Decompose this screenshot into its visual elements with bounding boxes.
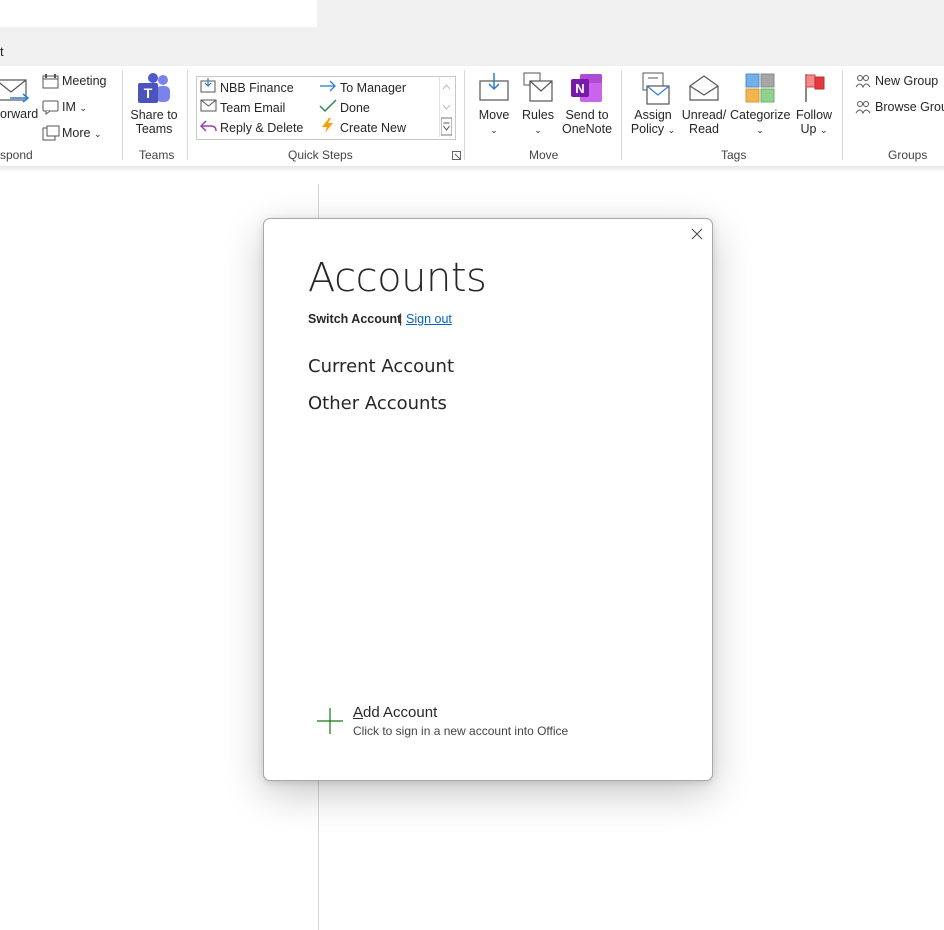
group-label-move: Move	[529, 148, 559, 162]
other-accounts-heading: Other Accounts	[308, 393, 447, 414]
more-button[interactable]: More ⌄	[62, 126, 102, 140]
meeting-button[interactable]: Meeting	[62, 74, 106, 88]
unread-read-icon	[689, 75, 719, 101]
chevron-down-icon: ⌄	[79, 103, 87, 113]
quick-step-nbb-finance[interactable]: NBB Finance	[220, 81, 294, 95]
chevron-down-icon: ⌄	[819, 125, 828, 135]
add-account-title: Add Account	[353, 704, 438, 721]
quick-steps-scroll-controls[interactable]	[441, 80, 452, 136]
flag-icon	[805, 74, 825, 102]
svg-text:N: N	[575, 81, 584, 96]
meeting-icon	[42, 74, 59, 89]
new-group-icon	[855, 75, 871, 88]
plus-icon	[317, 708, 343, 734]
chevron-down-icon: ⌄	[490, 125, 498, 135]
browse-groups-button[interactable]: Browse Group	[875, 100, 944, 114]
add-account-subtitle: Click to sign in a new account into Offi…	[353, 724, 569, 738]
rules-icon	[523, 72, 553, 102]
add-account-button[interactable]: Add Account Click to sign in a new accou…	[316, 703, 586, 743]
categorize-button[interactable]: Categorize ⌄	[730, 108, 790, 136]
categorize-icon	[745, 73, 775, 103]
ribbon-tab-row	[0, 38, 944, 66]
new-group-button[interactable]: New Group	[875, 74, 938, 88]
move-to-folder-icon	[200, 78, 216, 93]
group-label-quick-steps: Quick Steps	[288, 148, 353, 162]
unread-read-button[interactable]: Unread/ Read	[678, 108, 730, 136]
checkmark-icon	[319, 99, 337, 112]
chevron-down-icon: ⌄	[93, 129, 102, 139]
quick-step-done[interactable]: Done	[340, 101, 370, 115]
mail-icon	[200, 99, 217, 112]
move-button[interactable]: Move ⌄	[474, 108, 514, 136]
group-label-groups: Groups	[888, 148, 928, 162]
follow-up-button[interactable]: Follow Up ⌄	[792, 108, 836, 136]
search-box[interactable]	[0, 0, 317, 27]
share-to-teams-button[interactable]: Share to Teams	[128, 108, 180, 136]
dialog-launcher-icon[interactable]	[452, 151, 461, 160]
quick-step-to-manager[interactable]: To Manager	[340, 81, 406, 95]
group-label-respond: spond	[0, 148, 33, 162]
send-to-onenote-button[interactable]: Send to OneNote	[560, 108, 614, 136]
rules-button[interactable]: Rules ⌄	[518, 108, 558, 136]
teams-icon: T	[138, 73, 170, 103]
assign-policy-button[interactable]: Assign Policy ⌄	[628, 108, 678, 136]
assign-policy-icon	[642, 72, 670, 105]
sign-out-link[interactable]: Sign out	[406, 312, 452, 326]
accounts-dialog: Accounts Switch Account | Sign out Curre…	[263, 218, 713, 781]
current-account-heading: Current Account	[308, 356, 455, 377]
chevron-down-icon: ⌄	[534, 125, 542, 135]
switch-account-label: Switch Account	[308, 312, 402, 326]
group-label-tags: Tags	[721, 148, 747, 162]
quick-step-create-new[interactable]: Create New	[340, 121, 406, 135]
move-icon	[479, 73, 509, 101]
onenote-icon: N	[571, 74, 602, 102]
im-icon	[42, 100, 59, 115]
group-label-teams: Teams	[139, 148, 175, 162]
link-separator: |	[399, 312, 403, 326]
reply-delete-icon	[200, 120, 217, 132]
im-button[interactable]: IM ⌄	[62, 100, 87, 114]
dialog-title: Accounts	[308, 255, 487, 301]
browse-groups-icon	[855, 101, 871, 114]
svg-text:T: T	[144, 85, 153, 101]
forward-icon[interactable]	[0, 76, 30, 104]
more-icon	[42, 125, 60, 141]
quick-step-team-email[interactable]: Team Email	[220, 101, 285, 115]
forward-button[interactable]: orward	[0, 107, 38, 121]
ribbon-tab-fragment[interactable]: t	[0, 44, 4, 59]
arrow-right-icon	[320, 80, 336, 92]
chevron-down-icon: ⌄	[667, 125, 676, 135]
close-icon[interactable]	[689, 226, 705, 242]
lightning-icon	[322, 118, 333, 133]
quick-step-reply-delete[interactable]: Reply & Delete	[220, 121, 303, 135]
chevron-down-icon: ⌄	[756, 125, 764, 135]
